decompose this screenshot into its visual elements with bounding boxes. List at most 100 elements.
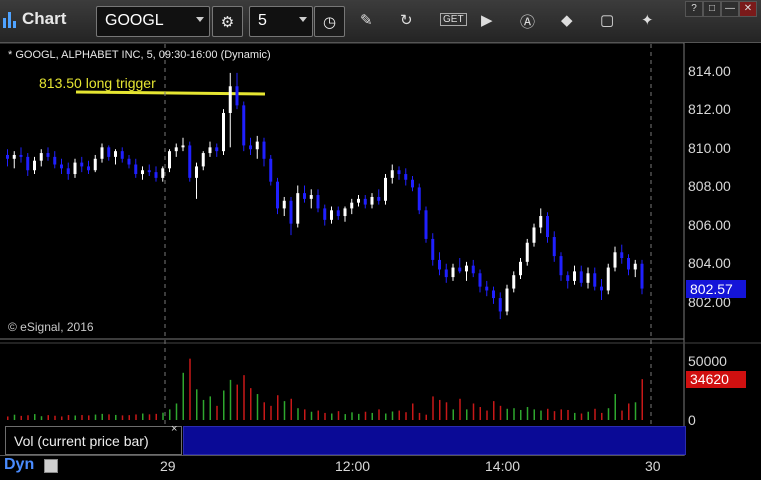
candle-body	[181, 145, 185, 148]
twitter-icon[interactable]: ✦	[641, 11, 654, 29]
candle-body	[208, 147, 212, 154]
candle-body	[458, 267, 462, 272]
volume-bar	[169, 409, 171, 420]
candle-body	[471, 265, 475, 274]
draw-pencil-icon[interactable]: ✎	[360, 11, 373, 29]
volume-bar	[479, 407, 481, 420]
volume-bar	[283, 401, 286, 420]
candle-body	[66, 168, 70, 175]
close-button[interactable]: ✕	[739, 1, 757, 17]
dynamic-mode-button[interactable]: Dyn	[4, 456, 34, 474]
lock-icon[interactable]	[44, 459, 58, 473]
volume-bar	[40, 416, 43, 420]
volume-bar	[628, 403, 630, 420]
volume-bar	[385, 413, 387, 420]
candle-body	[141, 170, 144, 175]
symbol-dropdown-icon[interactable]	[196, 17, 204, 22]
candle-body	[201, 153, 205, 167]
volume-tick-label: 50000	[688, 353, 727, 369]
candle-body	[114, 151, 117, 157]
last-volume-tag: 34620	[686, 371, 746, 388]
volume-bar	[634, 402, 637, 420]
candle-body	[512, 275, 516, 289]
clock-icon[interactable]: ◷	[314, 6, 345, 37]
candle-body	[586, 273, 590, 283]
autoscale-a-icon[interactable]: Ⓐ	[520, 11, 535, 32]
candle-body	[377, 196, 381, 201]
candle-body	[525, 242, 529, 262]
candle-body	[384, 177, 387, 201]
candle-body	[60, 164, 63, 169]
volume-tick-label: 0	[688, 412, 696, 428]
candle-body	[154, 172, 158, 178]
candle-body	[242, 105, 246, 146]
last-price-tag: 802.57	[686, 280, 746, 298]
volume-bar	[317, 410, 319, 420]
price-tick-label: 812.00	[688, 101, 731, 117]
volume-bar	[547, 408, 549, 420]
candle-body	[336, 210, 340, 217]
volume-bar	[344, 414, 346, 420]
volume-bar	[182, 372, 184, 420]
candle-body	[492, 290, 495, 299]
volume-bar	[358, 413, 360, 420]
volume-bar	[236, 384, 238, 420]
price-tick-label: 806.00	[688, 217, 731, 233]
volume-bar	[364, 411, 367, 420]
price-tick-label: 810.00	[688, 140, 731, 156]
message-icon[interactable]: ▢	[600, 11, 614, 29]
tools-icon[interactable]: ◆	[561, 11, 573, 29]
refresh-icon[interactable]: ↻	[400, 11, 413, 29]
volume-bar	[128, 415, 130, 420]
volume-bar	[607, 408, 610, 420]
settings-gear-icon[interactable]: ⚙	[212, 6, 243, 37]
volume-bar	[432, 396, 434, 420]
candle-body	[127, 158, 131, 165]
close-study-icon[interactable]: ×	[171, 423, 177, 435]
symbol-input[interactable]: GOOGL	[96, 6, 210, 37]
candle-body	[397, 170, 401, 175]
volume-bar	[101, 413, 103, 420]
candle-body	[620, 252, 624, 259]
volume-bar	[459, 398, 461, 420]
volume-bar	[405, 412, 407, 420]
volume-bar	[115, 414, 117, 420]
volume-bar	[270, 405, 272, 420]
candle-body	[566, 275, 570, 281]
volume-bar	[13, 414, 16, 420]
volume-bar	[371, 412, 373, 420]
price-tick-label: 804.00	[688, 255, 731, 271]
volume-bar	[243, 375, 245, 420]
volume-bar	[202, 399, 205, 420]
minimize-button[interactable]: —	[721, 1, 739, 17]
help-button[interactable]: ?	[685, 1, 703, 17]
volume-bar	[34, 414, 36, 420]
interval-dropdown-icon[interactable]	[299, 17, 307, 22]
volume-bar	[47, 415, 49, 420]
volume-bar	[108, 414, 110, 420]
volume-bar	[331, 413, 333, 420]
get-data-icon[interactable]: GET	[440, 13, 467, 26]
interval-input[interactable]: 5	[249, 6, 313, 37]
annotation-label: 813.50 long trigger	[39, 75, 156, 91]
maximize-button[interactable]: □	[703, 1, 721, 17]
volume-bar	[580, 413, 583, 420]
candle-body	[633, 263, 637, 270]
candles	[6, 72, 644, 320]
volume-bar	[54, 415, 56, 420]
candle-body	[451, 267, 455, 278]
candle-body	[188, 145, 192, 178]
volume-bar	[418, 412, 421, 420]
candle-body	[350, 202, 354, 209]
candle-body	[316, 195, 320, 209]
volume-study-label-box[interactable]: Vol (current price bar)	[5, 426, 182, 455]
volume-bar	[601, 412, 603, 420]
volume-bar	[641, 379, 643, 420]
chart-canvas[interactable]	[0, 0, 761, 480]
volume-bar	[175, 403, 178, 420]
play-icon[interactable]: ▶	[481, 11, 493, 29]
volume-bar	[256, 394, 259, 420]
volume-bar	[310, 411, 313, 420]
volume-bar	[277, 395, 279, 420]
candle-body	[147, 170, 151, 173]
